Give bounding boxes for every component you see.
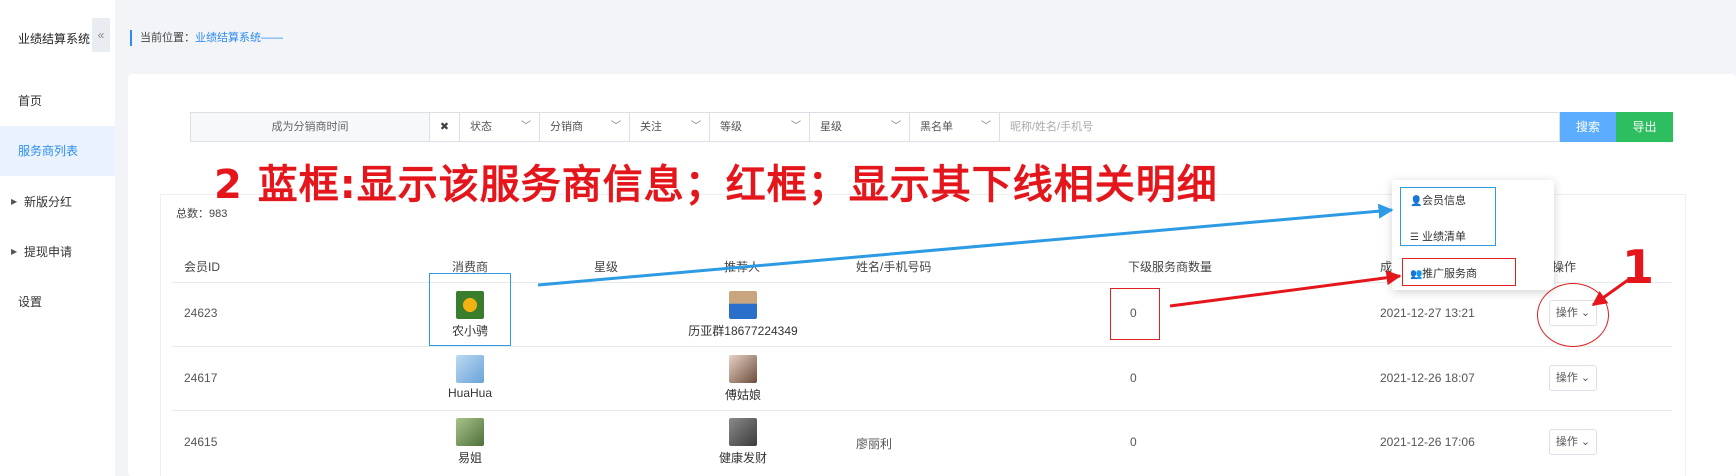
chevron-down-icon: ﹀ <box>521 121 531 132</box>
cell-name-phone: 廖丽利 <box>856 437 893 451</box>
select-label: 分销商 <box>550 121 583 133</box>
annotation-red-box-menu <box>1402 258 1516 286</box>
th-star: 星级 <box>594 260 619 274</box>
annotation-red-box-count <box>1110 288 1160 340</box>
filter-bar: 成为分销商时间 ✖ 状态 ﹀ 分销商 ﹀ 关注 ﹀ 等级 ﹀ 星级 ﹀ 黑名单 ﹀ 昵称/姓… <box>190 112 1673 142</box>
caret-right-icon: ▶ <box>11 197 18 206</box>
sidebar-item-provider-list[interactable]: 服务商列表 <box>0 126 115 176</box>
chevron-down-icon: ﹀ <box>791 121 801 132</box>
chevron-down-icon: ﹀ <box>981 121 991 132</box>
referrer-name[interactable]: 傅姑娘 <box>682 386 804 403</box>
sidebar-item-label: 新版分红 <box>24 195 73 209</box>
sidebar: 业绩结算系统 « 首页 服务商列表 ▶ 新版分红 ▶ 提现申请 设置 <box>0 0 115 476</box>
cell-sub-count[interactable]: 0 <box>1130 435 1137 449</box>
action-dropdown-button[interactable]: 操作 ⌄ <box>1549 429 1597 455</box>
action-label: 操作 <box>1555 372 1578 384</box>
avatar <box>729 291 757 319</box>
cell-time: 2021-12-26 18:07 <box>1380 371 1475 385</box>
select-label: 等级 <box>720 121 742 133</box>
annotation-title: 2 蓝框:显示该服务商信息；红框；显示其下线相关明细 <box>214 162 1218 208</box>
action-dropdown-button[interactable]: 操作 ⌄ <box>1549 365 1597 391</box>
select-label: 星级 <box>820 121 842 133</box>
cell-time: 2021-12-26 17:06 <box>1380 435 1475 449</box>
distributor-select[interactable]: 分销商 ﹀ <box>540 112 630 142</box>
annotation-red-circle-action <box>1537 283 1609 347</box>
star-select[interactable]: 星级 ﹀ <box>810 112 910 142</box>
avatar <box>456 355 484 383</box>
cell-time: 2021-12-27 13:21 <box>1380 306 1475 320</box>
breadcrumb-prefix: 当前位置： <box>140 32 195 44</box>
consumer-name[interactable]: HuaHua <box>410 386 530 400</box>
cell-member-id: 24615 <box>184 435 218 449</box>
consumer-name[interactable]: 易姐 <box>410 449 530 466</box>
sidebar-item-withdraw[interactable]: ▶ 提现申请 <box>0 227 115 277</box>
sidebar-item-settings[interactable]: 设置 <box>0 277 115 327</box>
sidebar-item-label: 设置 <box>18 295 43 309</box>
search-button[interactable]: 搜索 <box>1560 112 1616 142</box>
breadcrumb: 当前位置：业绩结算系统—— <box>130 30 283 46</box>
export-button[interactable]: 导出 <box>1616 112 1673 142</box>
referrer-name[interactable]: 历亚群18677224349 <box>682 322 804 339</box>
avatar <box>456 418 484 446</box>
select-label: 状态 <box>470 121 492 133</box>
sidebar-item-home[interactable]: 首页 <box>0 76 115 126</box>
th-action: 操作 <box>1552 260 1577 274</box>
annotation-step-number: 1 <box>1622 240 1655 294</box>
cell-sub-count[interactable]: 0 <box>1130 371 1137 385</box>
clear-date-button[interactable]: ✖ <box>430 112 460 142</box>
row-divider <box>172 346 1672 347</box>
chevron-down-icon: ﹀ <box>611 121 621 132</box>
collapse-sidebar-button[interactable]: « <box>92 18 110 52</box>
cell-member-id: 24623 <box>184 306 218 320</box>
referrer-name[interactable]: 健康发财 <box>682 449 804 466</box>
date-range-input[interactable]: 成为分销商时间 <box>190 112 430 142</box>
sidebar-item-label: 服务商列表 <box>18 144 79 158</box>
breadcrumb-link[interactable]: 业绩结算系统—— <box>195 32 283 44</box>
app-logo: 业绩结算系统 <box>18 32 91 46</box>
caret-right-icon: ▶ <box>11 247 18 256</box>
avatar <box>729 355 757 383</box>
th-name-phone: 姓名/手机号码 <box>856 260 932 274</box>
action-label: 操作 <box>1555 436 1578 448</box>
th-time: 成 <box>1380 260 1393 274</box>
th-member-id: 会员ID <box>184 260 221 274</box>
chevron-down-icon: ﹀ <box>891 121 901 132</box>
sidebar-item-bonus[interactable]: ▶ 新版分红 <box>0 177 115 227</box>
level-select[interactable]: 等级 ﹀ <box>710 112 810 142</box>
avatar <box>729 418 757 446</box>
follow-select[interactable]: 关注 ﹀ <box>630 112 710 142</box>
select-label: 黑名单 <box>920 121 953 133</box>
annotation-blue-box-menu <box>1400 187 1496 246</box>
sidebar-item-label: 首页 <box>18 94 43 108</box>
th-sub-count: 下级服务商数量 <box>1128 260 1213 274</box>
sidebar-item-label: 提现申请 <box>24 245 73 259</box>
blacklist-select[interactable]: 黑名单 ﹀ <box>910 112 1000 142</box>
search-input[interactable]: 昵称/姓名/手机号 <box>1000 112 1560 142</box>
select-label: 关注 <box>640 121 662 133</box>
row-divider <box>172 410 1672 411</box>
annotation-blue-box-consumer <box>429 273 511 346</box>
th-referrer: 推荐人 <box>724 260 761 274</box>
cell-member-id: 24617 <box>184 371 218 385</box>
chevron-down-icon: ﹀ <box>691 121 701 132</box>
status-select[interactable]: 状态 ﹀ <box>460 112 540 142</box>
